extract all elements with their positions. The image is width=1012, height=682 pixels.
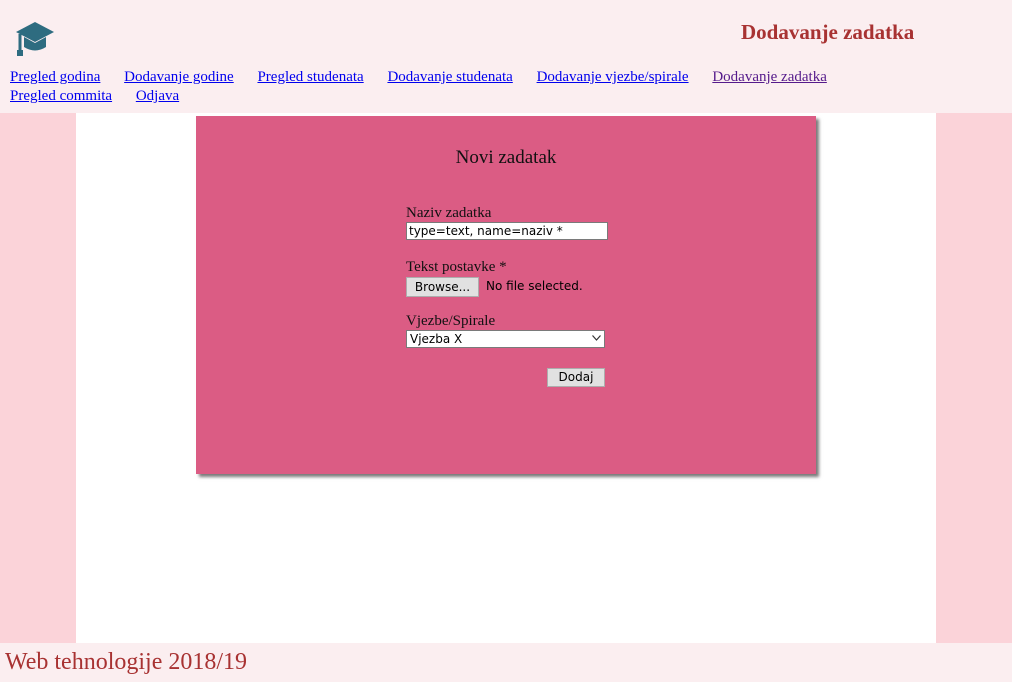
vjezbe-spirale-label: Vjezbe/Spirale	[406, 313, 496, 329]
select-value: Vjezba X	[410, 332, 463, 346]
header: Dodavanje zadatka Pregled godina Dodavan…	[0, 0, 1012, 113]
chevron-down-icon	[592, 335, 601, 341]
nav-link-dodavanje-zadatka[interactable]: Dodavanje zadatka	[712, 69, 827, 85]
nav-link-pregled-commita[interactable]: Pregled commita	[10, 88, 112, 104]
vjezbe-spirale-select[interactable]: Vjezba X	[406, 330, 605, 348]
form-title: Novi zadatak	[455, 147, 557, 168]
right-side-column	[936, 113, 1012, 643]
graduation-cap-icon	[16, 22, 54, 56]
file-status-text: No file selected.	[486, 279, 583, 293]
nav-link-dodavanje-vjezbe-spirale[interactable]: Dodavanje vjezbe/spirale	[537, 69, 689, 85]
tekst-postavke-label: Tekst postavke *	[406, 259, 507, 275]
nav-link-pregled-studenata[interactable]: Pregled studenata	[257, 69, 363, 85]
page-title: Dodavanje zadatka	[741, 20, 915, 44]
browse-button[interactable]: Browse...	[406, 277, 479, 297]
footer-text: Web tehnologije 2018/19	[5, 649, 248, 675]
footer: Web tehnologije 2018/19	[0, 643, 1012, 682]
naziv-input[interactable]	[406, 222, 608, 240]
nav-link-dodavanje-godine[interactable]: Dodavanje godine	[124, 69, 234, 85]
nav-link-pregled-godina[interactable]: Pregled godina	[10, 69, 100, 85]
naziv-label: Naziv zadatka	[406, 205, 492, 221]
new-task-form: Novi zadatak Naziv zadatka Tekst postavk…	[196, 116, 816, 474]
dodaj-button[interactable]: Dodaj	[547, 368, 605, 387]
main-nav: Pregled godina Dodavanje godine Pregled …	[10, 68, 1000, 106]
nav-link-dodavanje-studenata[interactable]: Dodavanje studenata	[387, 69, 512, 85]
nav-link-odjava[interactable]: Odjava	[136, 88, 179, 104]
left-side-column	[0, 113, 76, 643]
